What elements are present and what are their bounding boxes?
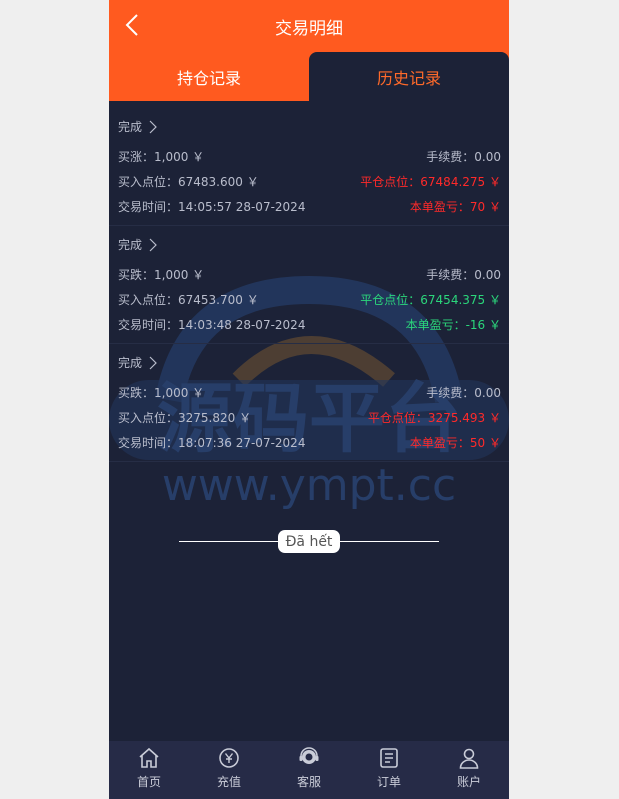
tab-open-positions[interactable]: 持仓记录 xyxy=(109,52,309,101)
profit-loss: 本单盈亏：-16 ￥ xyxy=(405,317,501,332)
chevron-right-icon xyxy=(149,120,157,133)
home-icon xyxy=(139,747,159,768)
tab-bar: 持仓记录 历史记录 xyxy=(109,52,509,101)
record-status[interactable]: 完成 xyxy=(118,118,158,135)
order-icon xyxy=(380,748,398,768)
end-of-list-label: Đã hết xyxy=(278,530,340,553)
direction-amount: 买跌：1,000 ￥ xyxy=(118,385,205,400)
tabbar-item-account[interactable]: 账户 xyxy=(429,741,509,799)
status-label: 完成 xyxy=(118,238,143,252)
trade-time: 交易时间：18:07:36 27-07-2024 xyxy=(118,435,306,450)
profit-loss: 本单盈亏：50 ￥ xyxy=(409,435,501,450)
chevron-right-icon xyxy=(149,238,157,251)
buy-point: 买入点位：67453.700 ￥ xyxy=(118,292,259,307)
recharge-icon xyxy=(219,748,239,768)
record-row-amount: 买跌：1,000 ￥ 手续费：0.00 xyxy=(118,265,501,283)
tabbar-item-home[interactable]: 首页 xyxy=(109,741,189,799)
record-row-time: 交易时间：14:05:57 28-07-2024 本单盈亏：70 ￥ xyxy=(118,197,501,215)
record-row-time: 交易时间：18:07:36 27-07-2024 本单盈亏：50 ￥ xyxy=(118,433,501,451)
tabbar-label: 订单 xyxy=(376,775,401,789)
close-point: 平仓点位：67454.375 ￥ xyxy=(360,292,501,307)
list-item: 完成 买跌：1,000 ￥ 手续费：0.00 买入点位：67453.700 ￥ … xyxy=(109,226,509,344)
fee-value: 手续费：0.00 xyxy=(426,385,501,400)
record-status[interactable]: 完成 xyxy=(118,354,158,371)
record-row-amount: 买跌：1,000 ￥ 手续费：0.00 xyxy=(118,383,501,401)
header: 交易明细 持仓记录 历史记录 xyxy=(109,0,509,101)
status-label: 完成 xyxy=(118,356,143,370)
direction-amount: 买跌：1,000 ￥ xyxy=(118,267,205,282)
close-point: 平仓点位：67484.275 ￥ xyxy=(360,174,501,189)
tabbar-item-recharge[interactable]: 充值 xyxy=(189,741,269,799)
tabbar-label: 账户 xyxy=(456,775,481,789)
phone-screen: 交易明细 持仓记录 历史记录 源码平台 www.ympt.cc 完成 买涨：1,… xyxy=(109,0,509,799)
list-item: 完成 买跌：1,000 ￥ 手续费：0.00 买入点位：3275.820 ￥ 平… xyxy=(109,344,509,462)
record-row-points: 买入点位：67483.600 ￥ 平仓点位：67484.275 ￥ xyxy=(118,172,501,190)
tabbar-label: 首页 xyxy=(136,775,161,789)
profit-loss: 本单盈亏：70 ￥ xyxy=(409,199,501,214)
record-row-points: 买入点位：67453.700 ￥ 平仓点位：67454.375 ￥ xyxy=(118,290,501,308)
record-row-amount: 买涨：1,000 ￥ 手续费：0.00 xyxy=(118,147,501,165)
buy-point: 买入点位：3275.820 ￥ xyxy=(118,410,252,425)
record-status[interactable]: 完成 xyxy=(118,236,158,253)
direction-amount: 买涨：1,000 ￥ xyxy=(118,149,205,164)
buy-point: 买入点位：67483.600 ￥ xyxy=(118,174,259,189)
tabbar-label: 充值 xyxy=(216,775,241,789)
tabbar-item-service[interactable]: 客服 xyxy=(269,741,349,799)
status-label: 完成 xyxy=(118,120,143,134)
fee-value: 手续费：0.00 xyxy=(426,267,501,282)
customer-service-icon xyxy=(299,747,319,764)
history-list: 完成 买涨：1,000 ￥ 手续费：0.00 买入点位：67483.600 ￥ … xyxy=(109,108,509,462)
watermark-url: www.ympt.cc xyxy=(162,460,456,510)
account-icon xyxy=(459,748,479,769)
chevron-right-icon xyxy=(149,356,157,369)
trade-time: 交易时间：14:05:57 28-07-2024 xyxy=(118,199,306,214)
record-row-points: 买入点位：3275.820 ￥ 平仓点位：3275.493 ￥ xyxy=(118,408,501,426)
tab-history[interactable]: 历史记录 xyxy=(309,52,509,101)
bottom-tab-bar: 首页 充值 客服 订单 账户 xyxy=(109,741,509,799)
page-title: 交易明细 xyxy=(275,19,343,39)
fee-value: 手续费：0.00 xyxy=(426,149,501,164)
trade-time: 交易时间：14:03:48 28-07-2024 xyxy=(118,317,306,332)
tabbar-item-orders[interactable]: 订单 xyxy=(349,741,429,799)
list-item: 完成 买涨：1,000 ￥ 手续费：0.00 买入点位：67483.600 ￥ … xyxy=(109,108,509,226)
close-point: 平仓点位：3275.493 ￥ xyxy=(367,410,501,425)
record-row-time: 交易时间：14:03:48 28-07-2024 本单盈亏：-16 ￥ xyxy=(118,315,501,333)
tabbar-label: 客服 xyxy=(296,775,321,789)
